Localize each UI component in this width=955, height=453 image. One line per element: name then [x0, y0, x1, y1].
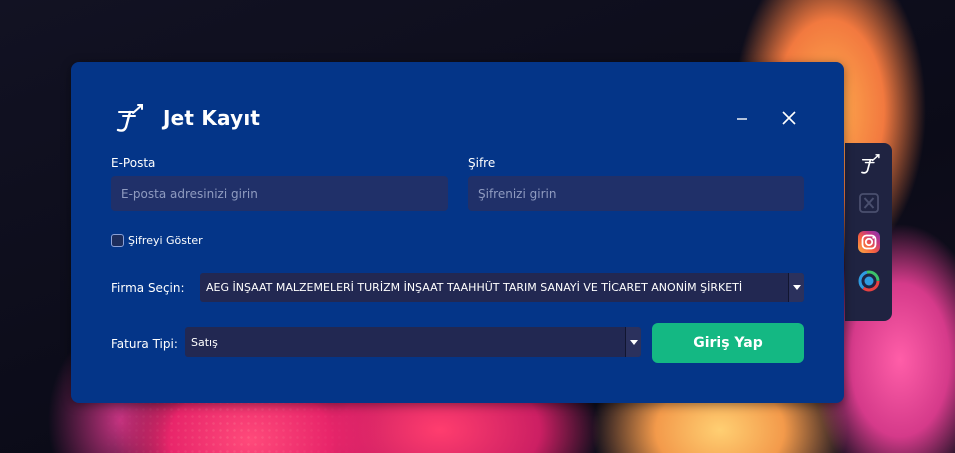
password-field[interactable]	[468, 176, 804, 211]
login-window: Jet Kayıt E-Posta Şifre Şifreyi Göster F…	[71, 62, 844, 403]
password-label: Şifre	[468, 156, 496, 170]
email-field[interactable]	[111, 176, 448, 211]
jet-kayit-logo-icon[interactable]	[856, 151, 882, 177]
company-select[interactable]: AEG İNŞAAT MALZEMELERİ TURİZM İNŞAAT TAA…	[200, 273, 804, 302]
login-button[interactable]: Giriş Yap	[652, 323, 804, 363]
email-label: E-Posta	[111, 156, 156, 170]
x-twitter-icon[interactable]	[856, 190, 882, 216]
title-bar: Jet Kayıt	[111, 100, 260, 136]
minimize-icon	[737, 118, 747, 120]
show-password-label: Şifreyi Göster	[128, 234, 203, 247]
company-label: Firma Seçin:	[111, 281, 185, 295]
app-title: Jet Kayıt	[163, 106, 261, 130]
invoice-type-selected-value: Satış	[191, 335, 218, 349]
chevron-down-icon[interactable]	[788, 273, 804, 302]
close-button[interactable]	[777, 106, 801, 130]
instagram-icon[interactable]	[856, 229, 882, 255]
side-panel	[845, 143, 892, 321]
show-password-checkbox[interactable]	[111, 234, 124, 247]
close-icon	[782, 111, 796, 125]
minimize-button[interactable]	[730, 106, 754, 130]
jet-kayit-logo-icon	[116, 104, 143, 132]
company-selected-value: AEG İNŞAAT MALZEMELERİ TURİZM İNŞAAT TAA…	[206, 281, 743, 294]
chevron-down-icon[interactable]	[625, 327, 641, 357]
circular-app-icon[interactable]	[856, 268, 882, 294]
invoice-type-label: Fatura Tipi:	[111, 337, 178, 351]
invoice-type-select[interactable]: Satış	[185, 327, 641, 357]
show-password-toggle[interactable]: Şifreyi Göster	[111, 234, 203, 247]
